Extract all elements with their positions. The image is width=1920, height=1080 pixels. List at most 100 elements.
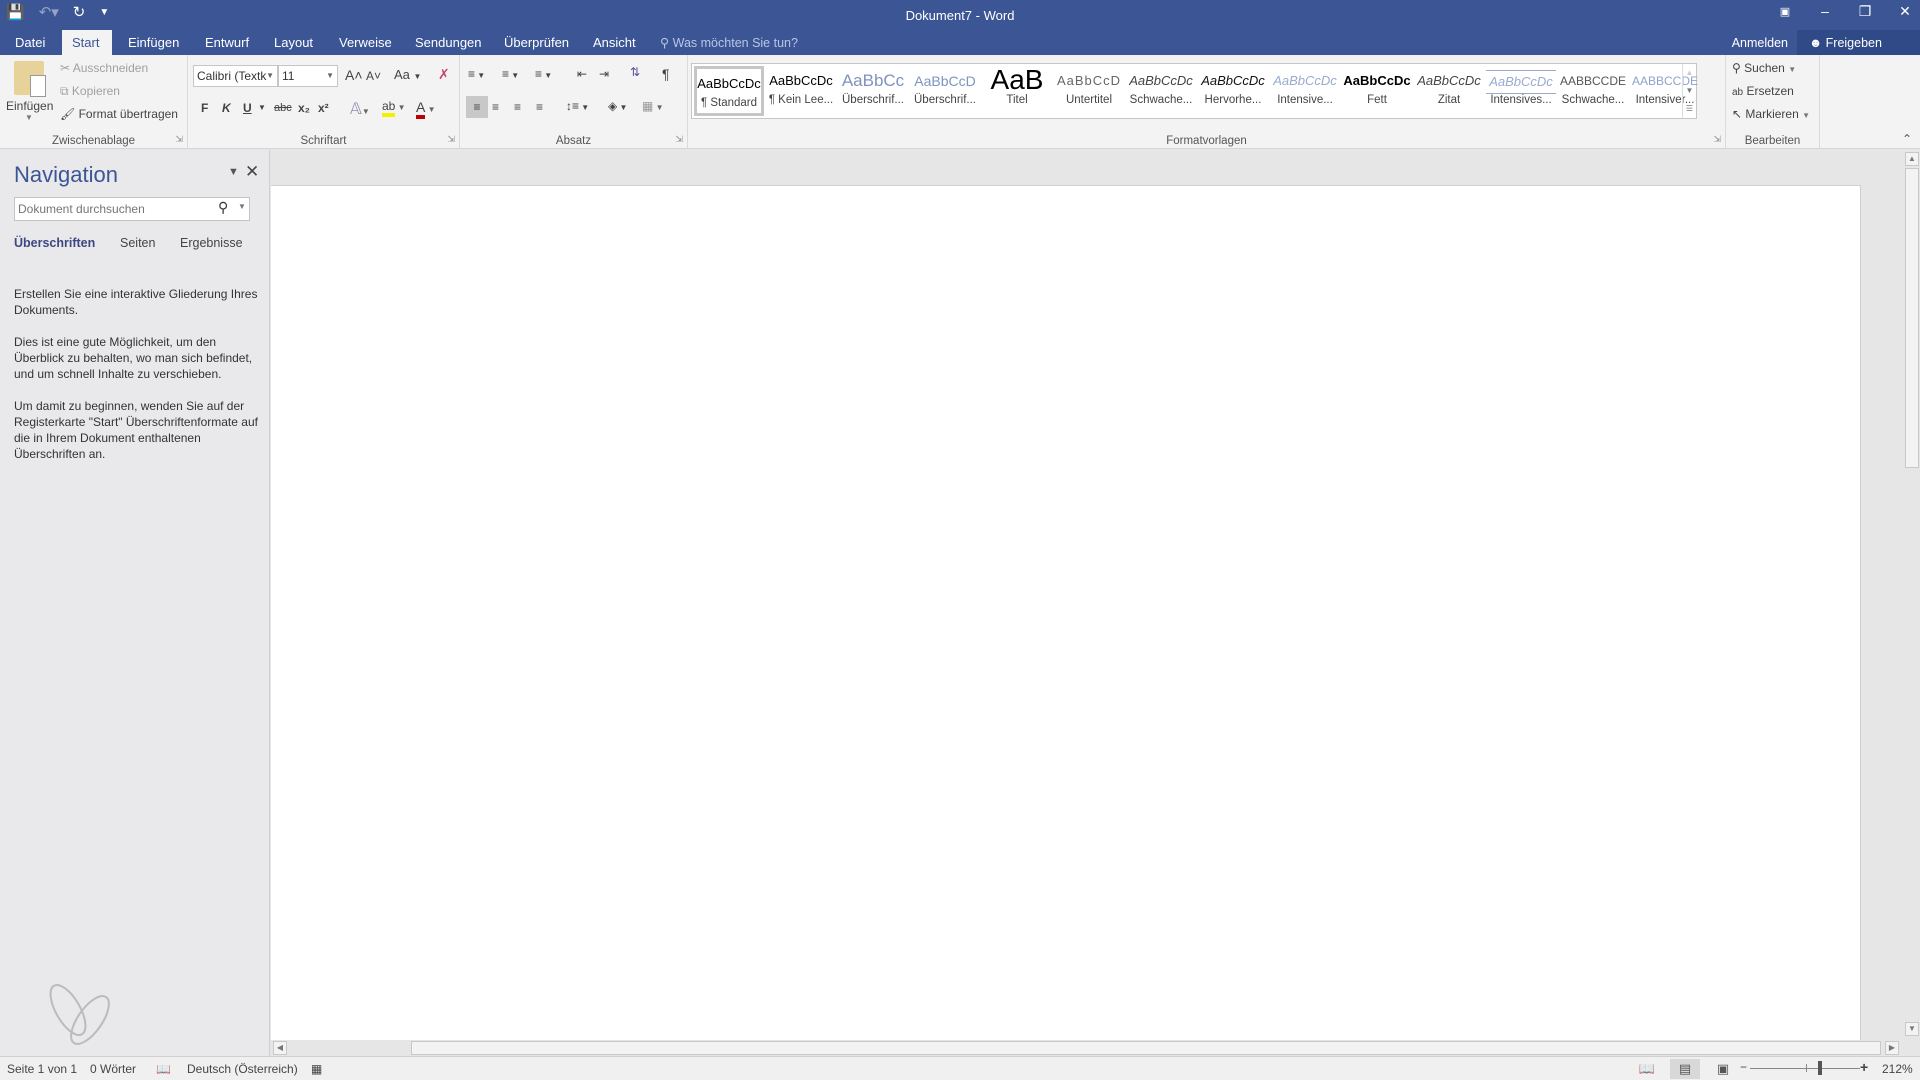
shading-icon[interactable]: ◈ ▼ <box>608 99 627 113</box>
macro-recording-icon[interactable]: ▦ <box>311 1062 322 1076</box>
select-button[interactable]: ↖ Markieren ▼ <box>1732 107 1810 121</box>
search-icon[interactable]: ⚲ <box>218 199 228 216</box>
tab-verweise[interactable]: Verweise <box>329 30 402 55</box>
grow-font-button[interactable]: A˄ <box>345 67 363 83</box>
format-painter-button[interactable]: 🖌 Format übertragen <box>60 107 178 121</box>
font-size-combo[interactable]: 11 ▼ <box>278 65 338 87</box>
bullets-icon[interactable]: ≡ ▼ <box>468 67 485 81</box>
language[interactable]: Deutsch (Österreich) <box>187 1062 298 1076</box>
scroll-right-icon[interactable]: ▶ <box>1885 1041 1899 1055</box>
dialog-launcher-icon[interactable]: ⇲ <box>1713 134 1721 145</box>
tab-start[interactable]: Start <box>62 30 112 55</box>
horizontal-scrollbar[interactable]: ◀ ▶ <box>271 1040 1904 1056</box>
find-button[interactable]: ⚲ Suchen ▼ <box>1732 61 1796 75</box>
style-kein-leerraum[interactable]: AaBbCcDc ¶ Kein Lee... <box>766 66 836 116</box>
close-icon[interactable]: ✕ <box>245 162 259 182</box>
read-mode-icon[interactable]: 📖 <box>1632 1059 1662 1079</box>
style-hervorhebung[interactable]: AaBbCcDc Hervorhe... <box>1198 66 1268 116</box>
zoom-level[interactable]: 212% <box>1882 1062 1913 1076</box>
style-untertitel[interactable]: AaBbCcD Untertitel <box>1054 66 1124 116</box>
tab-ansicht[interactable]: Ansicht <box>583 30 646 55</box>
gallery-more-icon[interactable]: ☰ <box>1683 100 1696 118</box>
collapse-ribbon-icon[interactable]: ⌃ <box>1902 132 1912 146</box>
close-icon[interactable]: ✕ <box>1890 0 1920 22</box>
word-count[interactable]: 0 Wörter <box>90 1062 136 1076</box>
ribbon-display-icon[interactable]: ▣ <box>1770 0 1800 22</box>
search-input[interactable] <box>14 197 250 221</box>
align-right-icon[interactable]: ≡ <box>514 100 521 114</box>
sort-icon[interactable]: ⇅ <box>630 65 640 79</box>
gallery-up-icon[interactable]: ▲ <box>1683 64 1696 82</box>
text-effects-icon[interactable]: 𝔸▼ <box>350 99 370 119</box>
highlight-icon[interactable]: ab ▼ <box>382 99 406 117</box>
sign-in-link[interactable]: Anmelden <box>1732 30 1788 56</box>
style-ueberschrift-1[interactable]: AaBbCc Überschrif... <box>838 66 908 116</box>
clear-formatting-icon[interactable]: ✗ <box>438 66 450 83</box>
zoom-slider-thumb[interactable] <box>1818 1061 1823 1075</box>
scroll-down-icon[interactable]: ▼ <box>1905 1022 1919 1036</box>
zoom-slider[interactable] <box>1750 1068 1860 1069</box>
horizontal-scroll-thumb[interactable] <box>411 1041 1881 1055</box>
copy-button[interactable]: ⧉ Kopieren <box>60 84 120 99</box>
minimize-icon[interactable]: – <box>1810 0 1840 22</box>
line-spacing-icon[interactable]: ↕≡ ▼ <box>566 99 589 113</box>
style-schwache-hervorhebung[interactable]: AaBbCcDc Schwache... <box>1126 66 1196 116</box>
search-options-icon[interactable]: ▼ <box>238 202 246 211</box>
underline-button[interactable]: U <box>243 101 252 115</box>
justify-icon[interactable]: ≡ <box>536 100 543 114</box>
italic-button[interactable]: K <box>222 101 231 115</box>
page-count[interactable]: Seite 1 von 1 <box>7 1062 77 1076</box>
shrink-font-button[interactable]: A˅ <box>366 69 381 83</box>
bold-button[interactable]: F <box>201 101 208 115</box>
pilcrow-icon[interactable]: ¶ <box>662 66 670 82</box>
document-page[interactable] <box>271 185 1861 1040</box>
style-fett[interactable]: AaBbCcDc Fett <box>1342 66 1412 116</box>
gallery-down-icon[interactable]: ▼ <box>1683 82 1696 100</box>
align-left-icon[interactable]: ≡ <box>466 96 488 118</box>
style-ueberschrift-2[interactable]: AaBbCcD Überschrif... <box>910 66 980 116</box>
numbering-icon[interactable]: ≡ ▼ <box>502 67 519 81</box>
print-layout-icon[interactable]: ▤ <box>1670 1059 1700 1079</box>
restore-icon[interactable]: ❐ <box>1850 0 1880 22</box>
dialog-launcher-icon[interactable]: ⇲ <box>675 134 683 145</box>
align-center-icon[interactable]: ≡ <box>492 100 499 114</box>
zoom-in-icon[interactable]: + <box>1860 1059 1868 1075</box>
borders-icon[interactable]: ▦ ▼ <box>642 99 663 113</box>
underline-dropdown-icon[interactable]: ▼ <box>258 103 266 112</box>
vertical-scrollbar[interactable]: ▲ ▼ <box>1904 150 1920 1040</box>
subscript-button[interactable]: x₂ <box>298 101 310 115</box>
tab-layout[interactable]: Layout <box>264 30 323 55</box>
pane-options-icon[interactable]: ▼ <box>228 166 239 178</box>
increase-indent-icon[interactable]: ⇥ <box>599 67 609 81</box>
strikethrough-button[interactable]: abc <box>274 102 292 114</box>
tab-entwurf[interactable]: Entwurf <box>195 30 259 55</box>
style-zitat[interactable]: AaBbCcDc Zitat <box>1414 66 1484 116</box>
scroll-left-icon[interactable]: ◀ <box>273 1041 287 1055</box>
decrease-indent-icon[interactable]: ⇤ <box>577 67 587 81</box>
tab-sendungen[interactable]: Sendungen <box>405 30 492 55</box>
proofing-icon[interactable]: 📖 <box>156 1062 171 1076</box>
replace-button[interactable]: ab Ersetzen <box>1732 84 1794 98</box>
nav-tab-results[interactable]: Ergebnisse <box>180 236 243 250</box>
nav-tab-headings[interactable]: Überschriften <box>14 236 95 250</box>
web-layout-icon[interactable]: ▣ <box>1708 1059 1738 1079</box>
style-schwacher-verweis[interactable]: AABBCCDE Schwache... <box>1558 66 1628 116</box>
dialog-launcher-icon[interactable]: ⇲ <box>447 134 455 145</box>
zoom-out-icon[interactable]: − <box>1740 1060 1747 1074</box>
style-standard[interactable]: AaBbCcDc ¶ Standard <box>694 66 764 116</box>
vertical-scroll-thumb[interactable] <box>1905 168 1919 468</box>
font-name-combo[interactable]: Calibri (Textk ▼ <box>193 65 278 87</box>
style-intensive-hervorhebung[interactable]: AaBbCcDc Intensive... <box>1270 66 1340 116</box>
tab-ueberpruefen[interactable]: Überprüfen <box>494 30 579 55</box>
tell-me-box[interactable]: ⚲ Was möchten Sie tun? <box>660 30 798 55</box>
dialog-launcher-icon[interactable]: ⇲ <box>175 134 183 145</box>
style-intensives-zitat[interactable]: AaBbCcDc Intensives... <box>1486 66 1556 116</box>
multilevel-list-icon[interactable]: ≡ ▼ <box>535 67 552 81</box>
share-button[interactable]: ☻ Freigeben <box>1797 30 1920 55</box>
tab-datei[interactable]: Datei <box>5 30 55 55</box>
scroll-up-icon[interactable]: ▲ <box>1905 152 1919 166</box>
cut-button[interactable]: ✂ Ausschneiden <box>60 61 148 75</box>
nav-tab-pages[interactable]: Seiten <box>120 236 155 250</box>
font-color-icon[interactable]: A ▼ <box>416 99 435 119</box>
tab-einfuegen[interactable]: Einfügen <box>118 30 189 55</box>
